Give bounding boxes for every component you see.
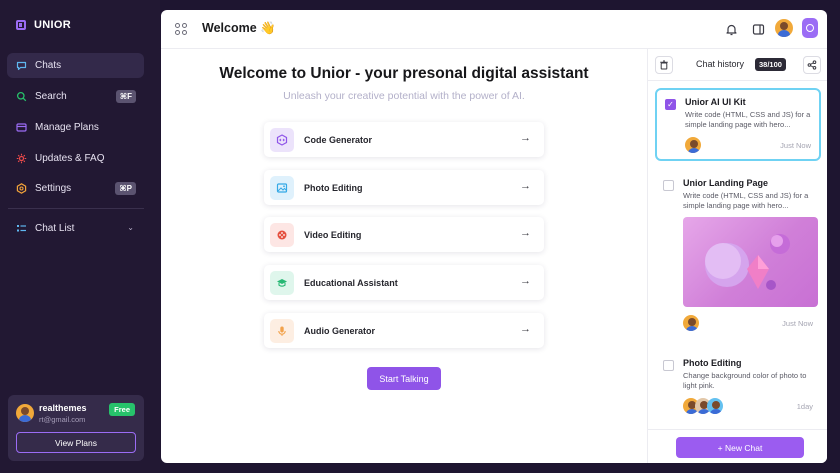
new-chat-button[interactable]: + New Chat: [676, 437, 804, 458]
feature-photo-editing[interactable]: Photo Editing →: [264, 170, 544, 205]
view-plans-button[interactable]: View Plans: [16, 432, 136, 453]
chat-history-item[interactable]: ✓ Unior AI UI Kit Write code (HTML, CSS …: [655, 88, 821, 161]
feature-code-generator[interactable]: Code Generator →: [264, 122, 544, 157]
user-name: realthemes: [39, 403, 87, 413]
shortcut-badge: ⌘P: [115, 182, 136, 195]
chat-history-item[interactable]: Unior Landing Page Write code (HTML, CSS…: [655, 175, 821, 345]
user-card: realthemes rt@gmail.com Free View Plans: [8, 395, 144, 461]
trash-icon[interactable]: [655, 56, 673, 74]
sidebar-item-search[interactable]: Search ⌘F: [7, 84, 144, 109]
search-icon: [16, 91, 27, 102]
location-pin-icon[interactable]: [802, 18, 818, 38]
chat-item-time: Just Now: [780, 141, 811, 150]
sidebar-item-label: Chats: [35, 60, 62, 71]
feature-audio-generator[interactable]: Audio Generator →: [264, 313, 544, 348]
welcome-subheading: Unleash your creative potential with the…: [283, 90, 525, 102]
sidebar-item-chat-list[interactable]: Chat List ⌄: [7, 216, 144, 241]
sidebar-item-label: Settings: [35, 183, 72, 194]
item-checkbox[interactable]: [663, 180, 674, 191]
feature-label: Photo Editing: [304, 182, 363, 193]
list-icon: [16, 223, 27, 234]
sidebar-item-label: Chat List: [35, 223, 75, 234]
image-icon: [270, 175, 294, 200]
chat-item-time: Just Now: [782, 319, 813, 328]
chat-item-text: Change background color of photo to ligh…: [683, 371, 807, 390]
item-checkbox[interactable]: ✓: [665, 99, 676, 110]
chat-item-title: Unior Landing Page: [683, 178, 769, 188]
chat-count-badge: 38/100: [755, 58, 786, 71]
feature-label: Audio Generator: [304, 325, 376, 336]
avatar: [683, 315, 699, 331]
sidebar-divider: [8, 208, 144, 209]
gear-spark-icon: [16, 153, 27, 164]
chat-history-panel: Chat history 38/100 ✓ Unior AI UI Kit Wr…: [647, 49, 827, 463]
plan-badge: Free: [109, 403, 135, 416]
feature-label: Educational Assistant: [304, 277, 398, 288]
sidebar-toggle-icon[interactable]: [750, 21, 766, 37]
top-bar: Welcome 👋: [161, 10, 827, 49]
shortcut-badge: ⌘F: [115, 90, 136, 103]
sidebar-item-chats[interactable]: Chats: [7, 53, 144, 78]
chat-bubble-icon: [16, 60, 27, 71]
arrow-right-icon: →: [520, 132, 531, 144]
arrow-right-icon: →: [520, 323, 531, 335]
chat-item-title: Photo Editing: [683, 358, 742, 368]
card-icon: [16, 122, 27, 133]
arrow-right-icon: →: [520, 180, 531, 192]
main-panel: Welcome 👋 Welcome to Unior - your preson…: [161, 10, 827, 463]
apps-grid-icon[interactable]: [175, 23, 187, 35]
feature-label: Code Generator: [304, 134, 373, 145]
sidebar: UNIOR Chats Search ⌘F Manage Plans Updat…: [0, 0, 160, 473]
sidebar-item-manage-plans[interactable]: Manage Plans: [7, 115, 144, 140]
chat-item-image: [683, 217, 818, 307]
bell-icon[interactable]: [723, 21, 739, 37]
page-title: Welcome 👋: [202, 21, 276, 35]
feature-video-editing[interactable]: Video Editing →: [264, 217, 544, 252]
logo-icon: [16, 20, 26, 30]
chat-history-title: Chat history: [696, 59, 745, 69]
arrow-right-icon: →: [520, 275, 531, 287]
user-email: rt@gmail.com: [39, 415, 86, 424]
sidebar-item-updates-faq[interactable]: Updates & FAQ: [7, 146, 144, 171]
share-icon[interactable]: [803, 56, 821, 74]
feature-educational-assistant[interactable]: Educational Assistant →: [264, 265, 544, 300]
avatar[interactable]: [775, 19, 793, 37]
chat-item-time: 1day: [796, 402, 813, 411]
welcome-heading: Welcome to Unior - your presonal digital…: [219, 65, 589, 82]
history-footer-divider: [648, 429, 827, 430]
microphone-icon: [270, 318, 294, 343]
avatar[interactable]: [16, 404, 34, 422]
chat-history-item[interactable]: Photo Editing Change background color of…: [655, 355, 821, 425]
feature-label: Video Editing: [304, 229, 362, 240]
arrow-right-icon: →: [520, 227, 531, 239]
brand-name: UNIOR: [34, 19, 71, 31]
chat-item-text: Write code (HTML, CSS and JS) for a simp…: [683, 191, 809, 210]
item-checkbox[interactable]: [663, 360, 674, 371]
brand[interactable]: UNIOR: [16, 19, 71, 31]
chevron-down-icon[interactable]: ⌄: [127, 223, 134, 232]
sidebar-item-label: Manage Plans: [35, 122, 99, 133]
chat-item-title: Unior AI UI Kit: [685, 97, 746, 107]
chat-history-header: Chat history 38/100: [648, 49, 827, 81]
avatar: [707, 398, 723, 414]
sidebar-item-label: Search: [35, 91, 67, 102]
code-cube-icon: [270, 127, 294, 152]
settings-icon: [16, 183, 27, 194]
avatar: [685, 137, 701, 153]
sidebar-item-label: Updates & FAQ: [35, 153, 105, 164]
graduation-cap-icon: [270, 270, 294, 295]
sidebar-item-settings[interactable]: Settings ⌘P: [7, 176, 144, 201]
start-talking-button[interactable]: Start Talking: [367, 367, 441, 390]
chat-item-text: Write code (HTML, CSS and JS) for a simp…: [685, 110, 811, 129]
video-icon: [270, 222, 294, 247]
